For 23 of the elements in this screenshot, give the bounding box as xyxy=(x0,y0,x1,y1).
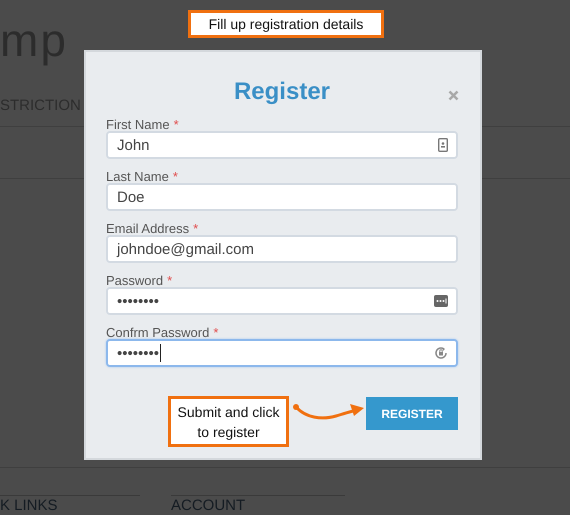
required-mark: * xyxy=(172,170,178,184)
callout-note: Submit and click to register xyxy=(168,396,289,447)
required-mark: * xyxy=(167,274,172,288)
input-field[interactable]: Doe xyxy=(106,183,458,211)
required-mark: * xyxy=(174,118,179,132)
required-mark: * xyxy=(213,326,218,340)
dialog-title: Register xyxy=(234,78,330,106)
field-label: Password xyxy=(106,274,164,288)
input-field[interactable]: •••••••• xyxy=(106,339,458,367)
sync-icon[interactable] xyxy=(434,346,448,360)
password-manager-icon[interactable] xyxy=(434,295,448,307)
footer-heading: K LINKS xyxy=(0,495,140,514)
footer-heading: ACCOUNT xyxy=(171,495,345,514)
field-label: Email Address xyxy=(106,222,190,236)
input-field[interactable]: •••••••• xyxy=(106,287,458,315)
required-mark: * xyxy=(193,222,198,236)
field-label: Confrm Password xyxy=(106,326,210,340)
field-label: First Name xyxy=(106,118,170,132)
input-field[interactable]: johndoe@gmail.com xyxy=(106,235,458,263)
contact-card-icon[interactable] xyxy=(438,138,448,152)
callout-note: Fill up registration details xyxy=(188,10,384,38)
input-field[interactable]: John xyxy=(106,131,458,159)
field-label: Last Name xyxy=(106,170,169,184)
